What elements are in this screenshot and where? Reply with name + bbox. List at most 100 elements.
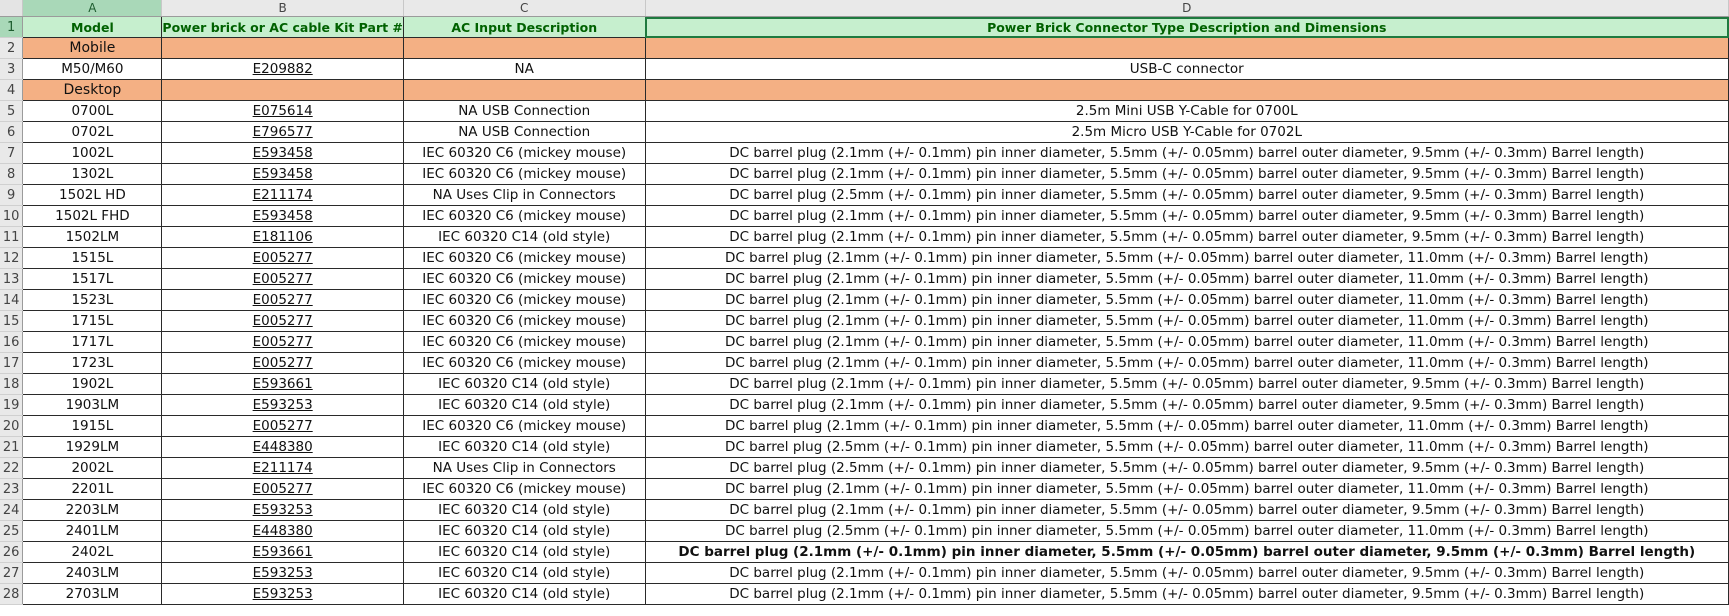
cell-model[interactable]: 1902L <box>22 373 163 395</box>
row-number[interactable]: 17 <box>0 352 24 374</box>
cell-d[interactable] <box>644 37 1729 59</box>
cell-ac-input[interactable]: IEC 60320 C14 (old style) <box>402 226 646 248</box>
cell-description[interactable]: 2.5m Mini USB Y-Cable for 0700L <box>644 100 1729 122</box>
cell-description[interactable]: DC barrel plug (2.1mm (+/- 0.1mm) pin in… <box>644 331 1729 353</box>
cell-model[interactable]: 2203LM <box>22 499 163 521</box>
cell-description[interactable]: DC barrel plug (2.1mm (+/- 0.1mm) pin in… <box>644 310 1729 332</box>
cell-part-link[interactable]: E005277 <box>161 268 404 290</box>
column-header-a[interactable]: A <box>22 0 163 17</box>
cell-description[interactable]: USB-C connector <box>644 58 1729 80</box>
cell-ac-input[interactable]: NA Uses Clip in Connectors <box>402 184 646 206</box>
cell-b[interactable] <box>161 79 404 101</box>
header-cell-ac-input[interactable]: AC Input Description <box>402 16 646 38</box>
row-number[interactable]: 19 <box>0 394 24 416</box>
cell-ac-input[interactable]: IEC 60320 C14 (old style) <box>402 373 646 395</box>
cell-part-link[interactable]: E593253 <box>161 394 404 416</box>
cell-c[interactable] <box>402 37 646 59</box>
row-number[interactable]: 24 <box>0 499 24 521</box>
select-all-corner[interactable] <box>0 0 24 17</box>
cell-ac-input[interactable]: IEC 60320 C14 (old style) <box>402 394 646 416</box>
cell-description[interactable]: DC barrel plug (2.1mm (+/- 0.1mm) pin in… <box>644 415 1729 437</box>
row-number[interactable]: 28 <box>0 583 24 605</box>
cell-description[interactable]: DC barrel plug (2.1mm (+/- 0.1mm) pin in… <box>644 499 1729 521</box>
cell-part-link[interactable]: E593458 <box>161 163 404 185</box>
cell-model[interactable]: M50/M60 <box>22 58 163 80</box>
cell-part-link[interactable]: E005277 <box>161 415 404 437</box>
cell-model[interactable]: 1515L <box>22 247 163 269</box>
spreadsheet[interactable]: A B C D 1 Model Power brick or AC cable … <box>0 0 1729 616</box>
cell-model[interactable]: 1002L <box>22 142 163 164</box>
cell-ac-input[interactable]: IEC 60320 C14 (old style) <box>402 499 646 521</box>
cell-ac-input[interactable]: IEC 60320 C6 (mickey mouse) <box>402 142 646 164</box>
cell-model[interactable]: 2002L <box>22 457 163 479</box>
sheet-grid[interactable]: A B C D 1 Model Power brick or AC cable … <box>0 0 1729 605</box>
column-header-d[interactable]: D <box>645 0 1729 17</box>
cell-part-link[interactable]: E211174 <box>161 184 404 206</box>
cell-part-link[interactable]: E593458 <box>161 205 404 227</box>
row-number[interactable]: 23 <box>0 478 24 500</box>
cell-description[interactable]: DC barrel plug (2.1mm (+/- 0.1mm) pin in… <box>644 142 1729 164</box>
cell-model[interactable]: 1723L <box>22 352 163 374</box>
cell-ac-input[interactable]: IEC 60320 C6 (mickey mouse) <box>402 478 646 500</box>
cell-model[interactable]: 1502L HD <box>22 184 163 206</box>
row-number[interactable]: 13 <box>0 268 24 290</box>
row-number[interactable]: 21 <box>0 436 24 458</box>
cell-description[interactable]: DC barrel plug (2.5mm (+/- 0.1mm) pin in… <box>644 457 1729 479</box>
row-number[interactable]: 11 <box>0 226 24 248</box>
row-number[interactable]: 18 <box>0 373 24 395</box>
cell-part-link[interactable]: E448380 <box>161 520 404 542</box>
cell-part-link[interactable]: E005277 <box>161 478 404 500</box>
cell-model[interactable]: 2402L <box>22 541 163 563</box>
cell-part-link[interactable]: E005277 <box>161 289 404 311</box>
row-number[interactable]: 7 <box>0 142 24 164</box>
cell-b[interactable] <box>161 37 404 59</box>
cell-part-link[interactable]: E005277 <box>161 352 404 374</box>
cell-part-link[interactable]: E593458 <box>161 142 404 164</box>
cell-description[interactable]: DC barrel plug (2.1mm (+/- 0.1mm) pin in… <box>644 205 1729 227</box>
row-number[interactable]: 22 <box>0 457 24 479</box>
row-number[interactable]: 14 <box>0 289 24 311</box>
row-number[interactable]: 6 <box>0 121 24 143</box>
row-number[interactable]: 8 <box>0 163 24 185</box>
cell-part-link[interactable]: E593253 <box>161 499 404 521</box>
cell-description[interactable]: DC barrel plug (2.5mm (+/- 0.1mm) pin in… <box>644 184 1729 206</box>
cell-description[interactable]: DC barrel plug (2.1mm (+/- 0.1mm) pin in… <box>644 541 1729 563</box>
header-cell-model[interactable]: Model <box>22 16 163 38</box>
header-cell-kit-part[interactable]: Power brick or AC cable Kit Part # <box>161 16 404 38</box>
row-number[interactable]: 27 <box>0 562 24 584</box>
header-cell-connector[interactable]: Power Brick Connector Type Description a… <box>644 16 1729 38</box>
cell-description[interactable]: 2.5m Micro USB Y-Cable for 0702L <box>644 121 1729 143</box>
row-number[interactable]: 25 <box>0 520 24 542</box>
cell-ac-input[interactable]: IEC 60320 C14 (old style) <box>402 436 646 458</box>
row-number[interactable]: 10 <box>0 205 24 227</box>
cell-part-link[interactable]: E593661 <box>161 373 404 395</box>
row-number[interactable]: 26 <box>0 541 24 563</box>
cell-ac-input[interactable]: IEC 60320 C6 (mickey mouse) <box>402 163 646 185</box>
cell-model[interactable]: 2403LM <box>22 562 163 584</box>
row-number[interactable]: 3 <box>0 58 24 80</box>
cell-ac-input[interactable]: IEC 60320 C14 (old style) <box>402 562 646 584</box>
cell-ac-input[interactable]: IEC 60320 C14 (old style) <box>402 583 646 605</box>
cell-ac-input[interactable]: IEC 60320 C6 (mickey mouse) <box>402 247 646 269</box>
cell-ac-input[interactable]: IEC 60320 C6 (mickey mouse) <box>402 289 646 311</box>
column-header-b[interactable]: B <box>161 0 404 17</box>
cell-ac-input[interactable]: IEC 60320 C6 (mickey mouse) <box>402 352 646 374</box>
cell-description[interactable]: DC barrel plug (2.1mm (+/- 0.1mm) pin in… <box>644 247 1729 269</box>
cell-d[interactable] <box>644 79 1729 101</box>
row-number[interactable]: 4 <box>0 79 24 101</box>
cell-description[interactable]: DC barrel plug (2.1mm (+/- 0.1mm) pin in… <box>644 583 1729 605</box>
cell-model[interactable]: 1929LM <box>22 436 163 458</box>
cell-part-link[interactable]: E448380 <box>161 436 404 458</box>
cell-model[interactable]: 1715L <box>22 310 163 332</box>
cell-ac-input[interactable]: IEC 60320 C14 (old style) <box>402 520 646 542</box>
cell-ac-input[interactable]: IEC 60320 C6 (mickey mouse) <box>402 331 646 353</box>
row-number[interactable]: 2 <box>0 37 24 59</box>
cell-model[interactable]: 1502LM <box>22 226 163 248</box>
cell-ac-input[interactable]: NA Uses Clip in Connectors <box>402 457 646 479</box>
cell-description[interactable]: DC barrel plug (2.1mm (+/- 0.1mm) pin in… <box>644 373 1729 395</box>
row-number[interactable]: 9 <box>0 184 24 206</box>
cell-part-link[interactable]: E075614 <box>161 100 404 122</box>
cell-description[interactable]: DC barrel plug (2.5mm (+/- 0.1mm) pin in… <box>644 436 1729 458</box>
column-header-c[interactable]: C <box>403 0 646 17</box>
row-number[interactable]: 5 <box>0 100 24 122</box>
